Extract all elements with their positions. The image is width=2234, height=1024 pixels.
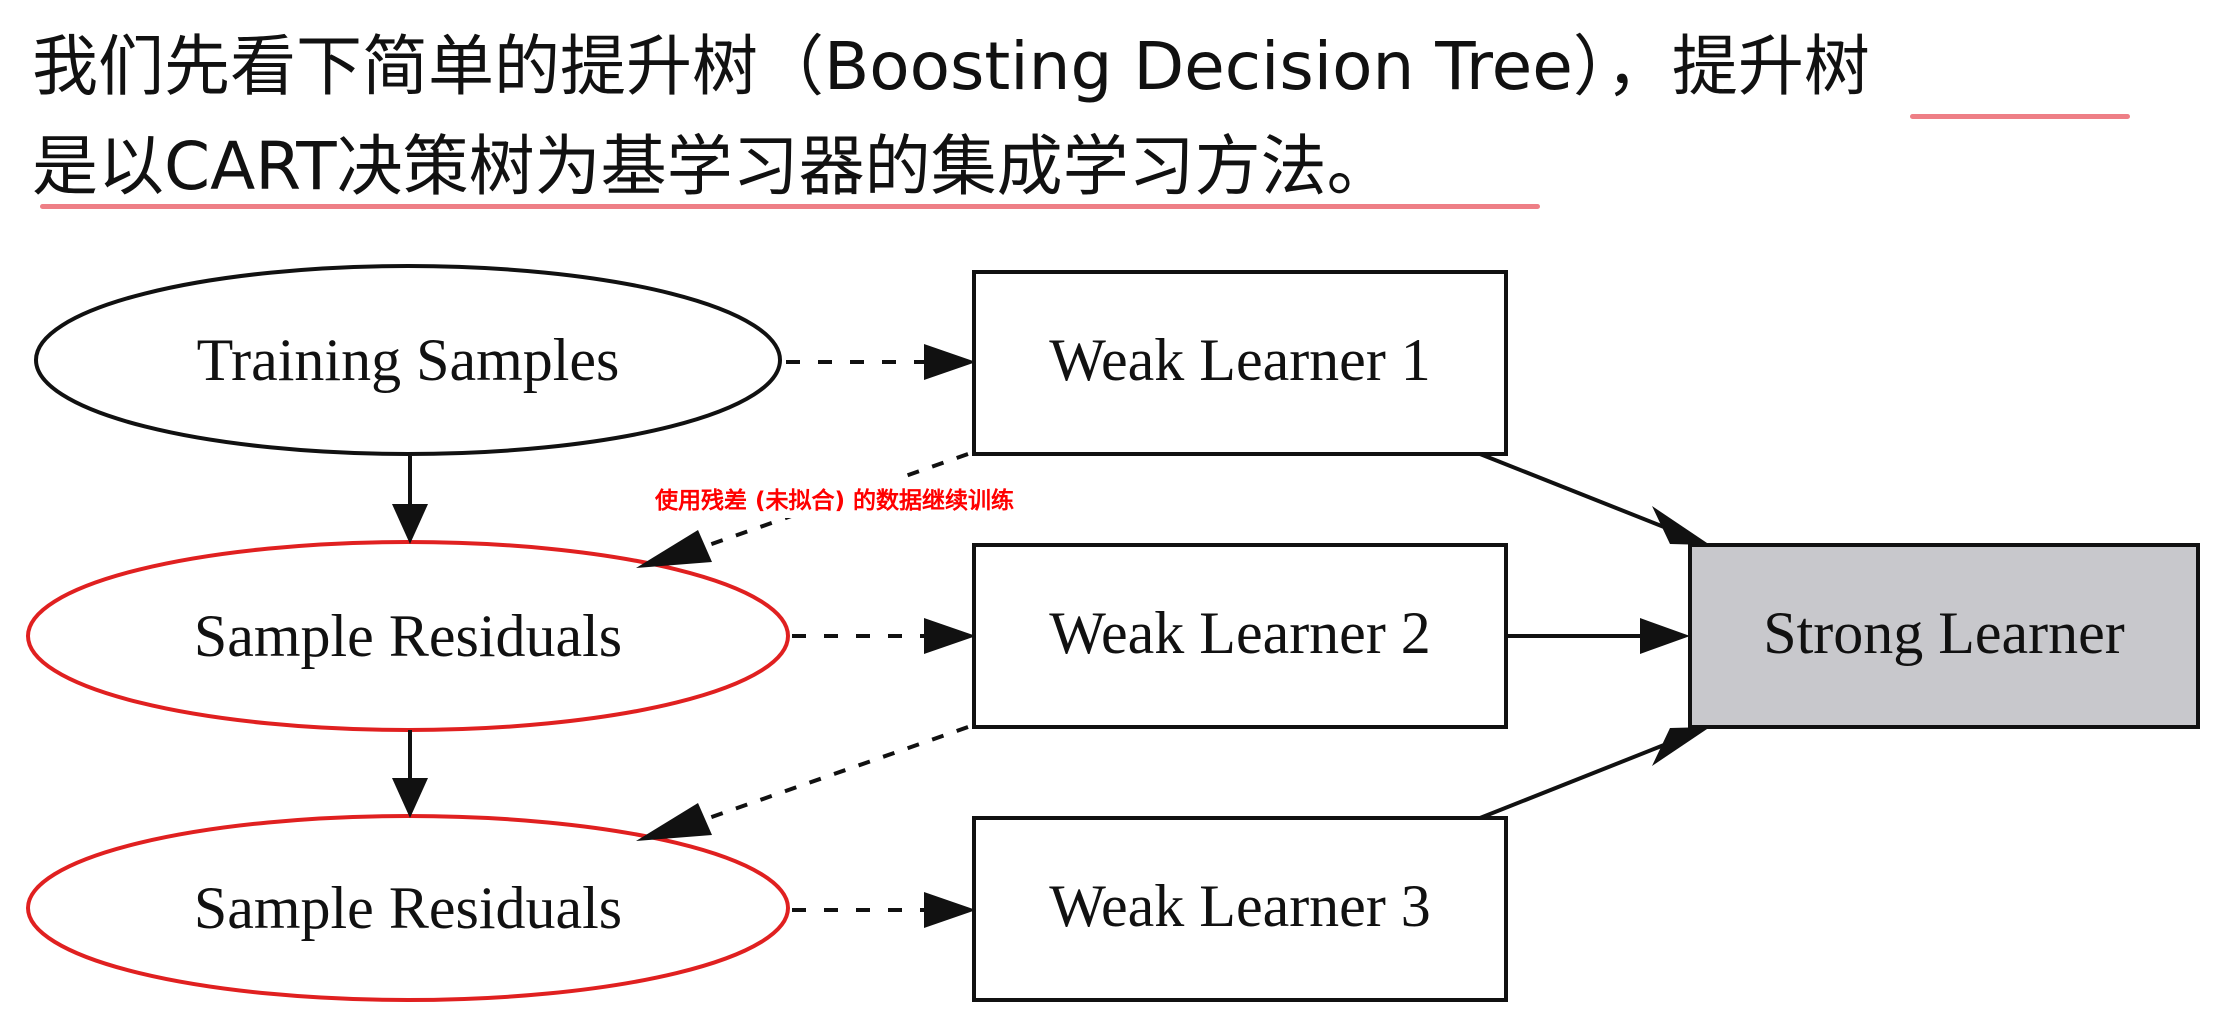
edge-residuals-1-to-residuals-2 (392, 730, 428, 818)
edge-residuals-2-to-weak-3 (792, 892, 976, 928)
node-weak-learner-2-label: Weak Learner 2 (1049, 600, 1431, 666)
edge-weak-3-to-strong (1479, 727, 1710, 820)
edge-residuals-1-to-weak-2 (792, 618, 976, 654)
node-weak-learner-1: Weak Learner 1 (972, 270, 1508, 456)
node-training-samples-label: Training Samples (197, 327, 620, 393)
edge-weak-2-to-strong (1508, 618, 1690, 654)
node-strong-learner-label: Strong Learner (1763, 600, 2125, 666)
node-weak-learner-3-label: Weak Learner 3 (1049, 873, 1431, 939)
annotation-text: 使用残差 (未拟合) 的数据继续训练 (654, 487, 1014, 514)
node-weak-learner-3: Weak Learner 3 (972, 816, 1508, 1002)
node-weak-learner-1-label: Weak Learner 1 (1049, 327, 1431, 393)
node-sample-residuals-1-label: Sample Residuals (194, 603, 622, 669)
edge-weak-1-to-strong (1479, 452, 1710, 545)
edge-samples-to-weak-1 (786, 344, 976, 380)
node-sample-residuals-1: Sample Residuals (26, 540, 790, 732)
edge-weak-2-to-residuals-2 (636, 725, 969, 841)
boosting-tree-diagram: Training Samples Sample Residuals Sample… (26, 264, 2200, 1002)
edge-training-to-residuals-1 (392, 456, 428, 544)
node-training-samples: Training Samples (34, 264, 782, 456)
node-strong-learner: Strong Learner (1688, 543, 2200, 729)
node-sample-residuals-2-label: Sample Residuals (194, 875, 622, 941)
node-weak-learner-2: Weak Learner 2 (972, 543, 1508, 729)
node-sample-residuals-2: Sample Residuals (26, 814, 790, 1002)
